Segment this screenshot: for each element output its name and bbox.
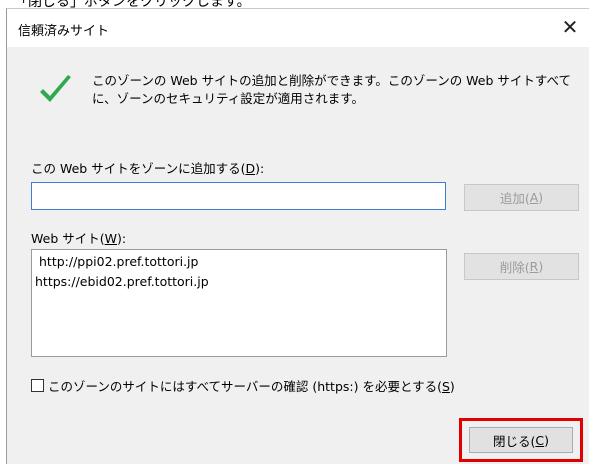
add-site-input[interactable] [31, 182, 446, 210]
close-button-highlight: 閉じる(C) [459, 418, 583, 462]
add-button[interactable]: 追加(A) [464, 184, 579, 211]
websites-label: Web サイト(W): [31, 231, 127, 246]
remove-button[interactable]: 削除(R) [464, 253, 579, 280]
websites-list[interactable]: http://ppi02.pref.tottori.jp https://ebi… [31, 249, 447, 357]
list-item[interactable]: https://ebid02.pref.tottori.jp [35, 272, 446, 292]
checkmark-icon [40, 75, 71, 102]
trusted-sites-dialog: 信頼済みサイト ✕ このゾーンの Web サイトの追加と削除ができます。このゾー… [6, 8, 589, 464]
zone-description: このゾーンの Web サイトの追加と削除ができます。このゾーンの Web サイト… [92, 73, 572, 106]
screenshot-root: 「閉じる」ボタンをクリックします。 信頼済みサイト ✕ このゾーンの Web サ… [0, 0, 590, 465]
dialog-title: 信頼済みサイト [18, 24, 110, 39]
require-https-label: このゾーンのサイトにはすべてサーバーの確認 (https:) を必要とする(S) [48, 379, 455, 394]
dialog-body: このゾーンの Web サイトの追加と削除ができます。このゾーンの Web サイト… [7, 47, 589, 464]
dialog-titlebar: 信頼済みサイト ✕ [7, 9, 589, 47]
close-icon[interactable]: ✕ [553, 10, 587, 44]
list-item[interactable]: http://ppi02.pref.tottori.jp [35, 252, 446, 272]
close-button[interactable]: 閉じる(C) [469, 427, 573, 453]
require-https-option[interactable]: このゾーンのサイトにはすべてサーバーの確認 (https:) を必要とする(S) [31, 376, 455, 395]
add-site-label: この Web サイトをゾーンに追加する(D): [31, 161, 265, 176]
require-https-checkbox[interactable] [31, 379, 44, 392]
